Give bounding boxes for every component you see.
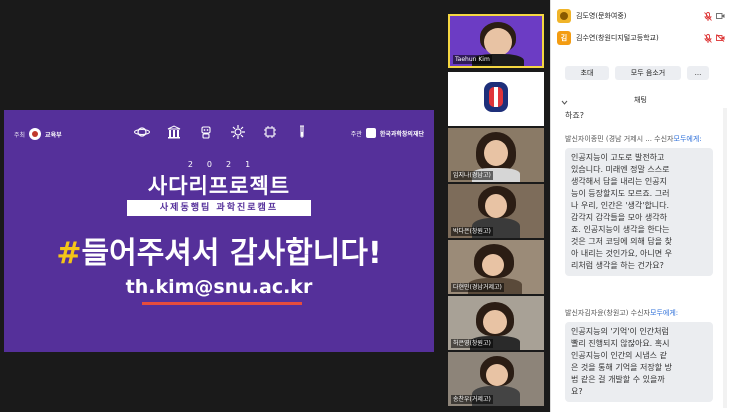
chat-message-bubble: 인공지능이 고도로 발전하고 있습니다. 미래엔 정말 스스로 생각해서 답을 … (565, 148, 713, 276)
participant-status (704, 11, 725, 21)
video-off-icon (716, 33, 725, 42)
message-line: 리처럼 생각을 하는 건가요? (571, 261, 664, 270)
message-line: 있습니다. 미래엔 정말 스스로 (571, 165, 670, 174)
avatar (557, 9, 571, 23)
message-line: 죠. 인공지능이 생각을 한다는 (571, 225, 670, 234)
test-tube-icon (294, 124, 310, 140)
recipient-prefix: 수신자 (630, 309, 650, 317)
robot-icon (198, 124, 214, 140)
presentation-slide: 주최 교육부 주관 한국과학창의재단 2021 사다리프로젝트 사제동행팀 과학… (4, 110, 434, 352)
video-tile-participant[interactable]: 박다은(창원고) (448, 184, 544, 238)
mute-all-button[interactable]: 모두 음소거 (615, 66, 681, 80)
organizer-org: 주관 한국과학창의재단 (351, 128, 424, 138)
chat-messages[interactable]: 하죠? 발신자이종민 (경남 거제시 ... 수신자모두에게: 인공지능이 고도… (551, 108, 729, 412)
mic-muted-icon (704, 11, 712, 21)
participant-face (482, 254, 504, 276)
chat-header: 채팅 (551, 92, 729, 108)
school-logo-icon (484, 82, 508, 112)
video-name-tag: 임지나(경남고) (451, 171, 493, 180)
gear-icon (230, 124, 246, 140)
video-name-tag: 박다은(창원고) (451, 227, 493, 236)
avatar: 김 (557, 31, 571, 45)
participant-row[interactable]: 김도영(문화여중) (557, 6, 725, 26)
message-line: 빨리 진행되지 않잖아요. 혹시 (571, 339, 670, 348)
participant-status (704, 33, 725, 43)
message-line: 생각해서 답을 내리는 인공지 (571, 177, 667, 186)
video-tile-speaker[interactable]: Taehun Kim (448, 14, 544, 68)
video-tile-participant[interactable]: 허은영(창원고) (448, 296, 544, 350)
host-name: 교육부 (45, 131, 62, 139)
message-line: 능이 등장할지도 모르죠. 그러 (571, 189, 670, 198)
video-icon (716, 12, 725, 19)
video-name-tag: 송찬우(거제고) (451, 395, 493, 404)
video-name-tag: 다현민(경남거제고) (451, 283, 504, 292)
presenter-email: th.kim@snu.ac.kr (125, 276, 313, 298)
slide-year: 2021 (187, 160, 265, 169)
invite-button[interactable]: 초대 (565, 66, 609, 80)
sender-name[interactable]: 김자윤(창원고) (584, 309, 628, 317)
chat-scrollbar[interactable] (723, 108, 727, 408)
recipient-prefix: 수신자 (654, 135, 674, 143)
slide-header: 주최 교육부 주관 한국과학창의재단 (4, 124, 434, 148)
planet-icon (134, 124, 150, 140)
slide-subtitle: 사제동행팀 과학진로캠프 (127, 200, 311, 216)
chat-title: 채팅 (634, 96, 647, 104)
mic-muted-icon (704, 33, 712, 43)
message-line: 법 같은 걸 개발할 수 있을까 (571, 375, 665, 384)
video-tile-participant[interactable]: 다현민(경남거제고) (448, 240, 544, 294)
chat-partial-text: 하죠? (565, 111, 584, 120)
participant-name: 김도영(문화여중) (576, 12, 627, 20)
slide-icon-row (134, 124, 310, 140)
slide-title: 사다리프로젝트 (147, 174, 291, 198)
message-line: 것은 그저 코딩에 의해 답을 찾 (571, 237, 673, 246)
chat-message-meta: 발신자이종민 (경남 거제시 ... 수신자모두에게: (565, 134, 702, 144)
video-tile-participant[interactable]: 임지나(경남고) (448, 128, 544, 182)
participant-name: 김수연(창원디지털고등학교) (576, 34, 659, 42)
organizer-label: 주관 (350, 130, 362, 138)
message-line: 감각지 감각들을 모아 생각하 (571, 213, 667, 222)
email-underline (142, 302, 302, 305)
participant-face (486, 364, 508, 386)
sender-name[interactable]: 이종민 (경남 거제시 ... (584, 135, 652, 143)
video-tile-participant[interactable]: 송찬우(거제고) (448, 352, 544, 406)
chat-message-meta: 발신자김자윤(창원고) 수신자모두에게: (565, 308, 678, 318)
video-name-tag: 허은영(창원고) (451, 339, 493, 348)
recipient-name[interactable]: 모두에게: (650, 309, 678, 317)
side-panel: 김도영(문화여중) 김 김수연(창원디지털고등학교) 초대 모두 음소거 ...… (550, 0, 729, 412)
recipient-name[interactable]: 모두에게: (674, 135, 702, 143)
video-tile-logo[interactable] (448, 72, 544, 126)
video-gallery: Taehun Kim 임지나(경남고) 박다은(창원고) 다현민(경남거제고) … (440, 0, 550, 412)
sender-prefix: 발신자 (565, 309, 585, 317)
thanks-text: 들어주셔서 감사합니다! (81, 236, 382, 271)
chip-icon (262, 124, 278, 140)
participant-row[interactable]: 김 김수연(창원디지털고등학교) (557, 28, 725, 48)
sender-prefix: 발신자 (565, 135, 585, 143)
participant-face (485, 194, 507, 218)
thanks-hash: # (56, 236, 82, 271)
government-logo-icon (29, 128, 42, 140)
participant-face (484, 28, 512, 56)
more-options-button[interactable]: ... (687, 66, 709, 80)
chat-message-bubble: 인공지능의 '기억'이 인간처럼 빨리 진행되지 않잖아요. 혹시 인공지능이 … (565, 322, 713, 402)
video-name-tag: Taehun Kim (453, 55, 492, 64)
host-label: 주최 (14, 131, 26, 139)
message-line: 요? (571, 387, 583, 396)
participant-face (483, 310, 507, 334)
building-icon (166, 124, 182, 140)
message-line: 인공지능의 '기억'이 인간처럼 (571, 327, 669, 336)
participant-face (484, 140, 508, 166)
foundation-logo-icon (365, 128, 376, 138)
thanks-message: #들어주셔서 감사합니다! (4, 228, 434, 272)
message-line: 나 우리, 인간은 '생각'합니다. (571, 201, 670, 210)
message-line: 인공지능이 인간의 시냅스 같 (571, 351, 667, 360)
message-line: 은 것을 통해 기억을 저장할 방 (571, 363, 673, 372)
message-line: 인공지능이 고도로 발전하고 (571, 153, 665, 162)
organizer-name: 한국과학창의재단 (379, 130, 424, 138)
host-org: 주최 교육부 (14, 128, 62, 140)
shared-screen: 주최 교육부 주관 한국과학창의재단 2021 사다리프로젝트 사제동행팀 과학… (0, 0, 440, 412)
message-line: 아 내리는 것인가요, 아니면 우 (571, 249, 673, 258)
